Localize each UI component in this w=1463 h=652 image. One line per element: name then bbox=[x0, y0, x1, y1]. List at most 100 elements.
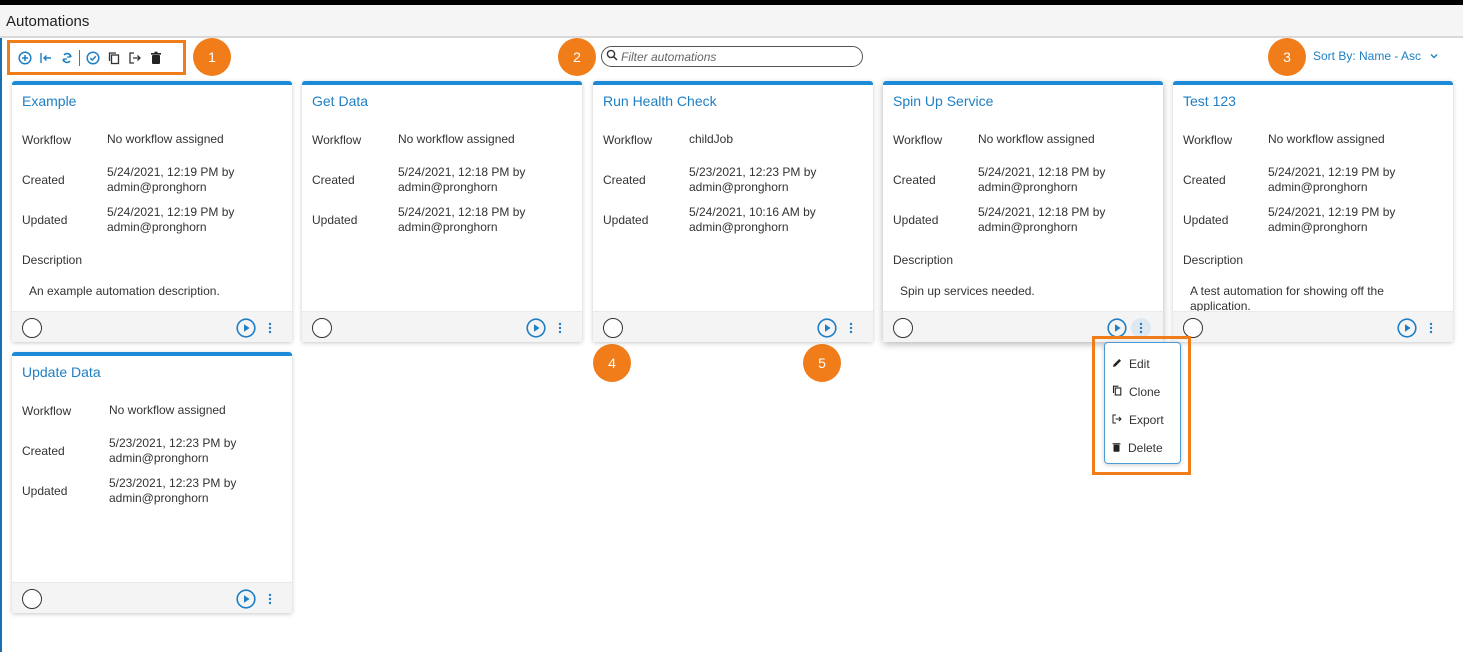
play-icon[interactable] bbox=[1397, 318, 1417, 338]
more-vert-icon[interactable] bbox=[260, 589, 280, 609]
export-icon[interactable] bbox=[124, 47, 145, 68]
automation-card[interactable]: Run Health Check Workflow childJob Creat… bbox=[593, 81, 873, 342]
filter-box bbox=[601, 46, 863, 67]
play-icon[interactable] bbox=[526, 318, 546, 338]
description-value: Spin up services needed. bbox=[900, 284, 1035, 298]
menu-item-edit[interactable]: Edit bbox=[1112, 354, 1150, 374]
workflow-label: Workflow bbox=[312, 133, 362, 147]
created-label: Created bbox=[312, 173, 355, 187]
card-title[interactable]: Test 123 bbox=[1183, 93, 1236, 109]
select-checkbox[interactable] bbox=[1183, 318, 1203, 338]
menu-item-label: Edit bbox=[1129, 357, 1150, 371]
workflow-value: childJob bbox=[689, 132, 734, 146]
created-label: Created bbox=[22, 444, 65, 458]
automation-card[interactable]: Example Workflow No workflow assigned Cr… bbox=[12, 81, 292, 342]
toolbar-separator bbox=[79, 49, 80, 66]
trash-icon[interactable] bbox=[145, 47, 166, 68]
workflow-label: Workflow bbox=[1183, 133, 1233, 147]
description-label: Description bbox=[22, 253, 83, 267]
sort-dropdown[interactable]: Sort By: Name - Asc bbox=[1313, 49, 1439, 63]
menu-item-clone[interactable]: Clone bbox=[1112, 382, 1160, 402]
card-title[interactable]: Run Health Check bbox=[603, 93, 717, 109]
updated-value: 5/24/2021, 12:19 PM by admin@pronghorn bbox=[107, 205, 235, 234]
copy-icon bbox=[1112, 385, 1122, 399]
created-value: 5/24/2021, 12:18 PM by admin@pronghorn bbox=[978, 165, 1106, 194]
description-label: Description bbox=[1183, 253, 1244, 267]
left-edge-accent bbox=[0, 38, 2, 652]
more-vert-icon[interactable] bbox=[550, 318, 570, 338]
filter-input[interactable] bbox=[621, 49, 851, 64]
play-icon[interactable] bbox=[1107, 318, 1127, 338]
description-value: A test automation for showing off the ap… bbox=[1190, 284, 1384, 313]
callout-3: 3 bbox=[1268, 38, 1306, 76]
card-footer bbox=[1173, 311, 1453, 342]
sort-label: Sort By: Name - Asc bbox=[1313, 49, 1422, 63]
automation-card[interactable]: Get Data Workflow No workflow assigned C… bbox=[302, 81, 582, 342]
check-all-icon[interactable] bbox=[82, 47, 103, 68]
card-title[interactable]: Example bbox=[22, 93, 76, 109]
updated-label: Updated bbox=[893, 213, 939, 227]
select-checkbox[interactable] bbox=[22, 318, 42, 338]
created-value: 5/23/2021, 12:23 PM by admin@pronghorn bbox=[689, 165, 817, 194]
workflow-value: No workflow assigned bbox=[107, 132, 224, 146]
callout-2: 2 bbox=[558, 38, 596, 76]
automation-card[interactable]: Update Data Workflow No workflow assigne… bbox=[12, 352, 292, 613]
card-context-menu: Edit Clone Export Delete bbox=[1104, 342, 1181, 464]
select-checkbox[interactable] bbox=[603, 318, 623, 338]
automation-toolbar bbox=[7, 40, 186, 75]
callout-1: 1 bbox=[193, 38, 231, 76]
card-title[interactable]: Spin Up Service bbox=[893, 93, 993, 109]
more-vert-icon[interactable] bbox=[260, 318, 280, 338]
updated-value: 5/23/2021, 12:23 PM by admin@pronghorn bbox=[109, 476, 237, 505]
workflow-label: Workflow bbox=[893, 133, 943, 147]
import-icon[interactable] bbox=[35, 47, 56, 68]
add-icon[interactable] bbox=[14, 47, 35, 68]
pencil-icon bbox=[1112, 357, 1122, 371]
more-vert-icon[interactable] bbox=[1131, 318, 1151, 338]
updated-label: Updated bbox=[1183, 213, 1229, 227]
menu-item-label: Delete bbox=[1128, 441, 1163, 455]
updated-value: 5/24/2021, 12:18 PM by admin@pronghorn bbox=[978, 205, 1106, 234]
created-label: Created bbox=[893, 173, 936, 187]
play-icon[interactable] bbox=[817, 318, 837, 338]
export-icon bbox=[1112, 413, 1122, 427]
updated-label: Updated bbox=[312, 213, 358, 227]
updated-label: Updated bbox=[22, 213, 68, 227]
created-label: Created bbox=[603, 173, 646, 187]
workflow-label: Workflow bbox=[22, 133, 72, 147]
play-icon[interactable] bbox=[236, 318, 256, 338]
card-footer bbox=[593, 311, 873, 342]
copy-icon[interactable] bbox=[103, 47, 124, 68]
select-checkbox[interactable] bbox=[22, 589, 42, 609]
select-checkbox[interactable] bbox=[893, 318, 913, 338]
workflow-label: Workflow bbox=[22, 404, 72, 418]
menu-item-delete[interactable]: Delete bbox=[1112, 438, 1163, 458]
card-title[interactable]: Get Data bbox=[312, 93, 368, 109]
more-vert-icon[interactable] bbox=[841, 318, 861, 338]
more-vert-icon[interactable] bbox=[1421, 318, 1441, 338]
card-footer bbox=[12, 311, 292, 342]
search-icon bbox=[606, 48, 618, 66]
description-label: Description bbox=[893, 253, 954, 267]
play-icon[interactable] bbox=[236, 589, 256, 609]
created-value: 5/23/2021, 12:23 PM by admin@pronghorn bbox=[109, 436, 237, 465]
workflow-value: No workflow assigned bbox=[398, 132, 515, 146]
callout-5: 5 bbox=[803, 344, 841, 382]
card-footer bbox=[12, 582, 292, 613]
description-value: An example automation description. bbox=[29, 284, 220, 298]
updated-value: 5/24/2021, 12:18 PM by admin@pronghorn bbox=[398, 205, 526, 234]
workflow-value: No workflow assigned bbox=[109, 403, 226, 417]
created-label: Created bbox=[22, 173, 65, 187]
card-title[interactable]: Update Data bbox=[22, 364, 101, 380]
refresh-icon[interactable] bbox=[56, 47, 77, 68]
created-value: 5/24/2021, 12:19 PM by admin@pronghorn bbox=[107, 165, 235, 194]
menu-item-label: Export bbox=[1129, 413, 1164, 427]
automation-card[interactable]: Spin Up Service Workflow No workflow ass… bbox=[883, 81, 1163, 342]
menu-item-export[interactable]: Export bbox=[1112, 410, 1164, 430]
updated-label: Updated bbox=[22, 484, 68, 498]
menu-item-label: Clone bbox=[1129, 385, 1161, 399]
select-checkbox[interactable] bbox=[312, 318, 332, 338]
updated-value: 5/24/2021, 10:16 AM by admin@pronghorn bbox=[689, 205, 816, 234]
automation-card[interactable]: Test 123 Workflow No workflow assigned C… bbox=[1173, 81, 1453, 342]
created-label: Created bbox=[1183, 173, 1226, 187]
